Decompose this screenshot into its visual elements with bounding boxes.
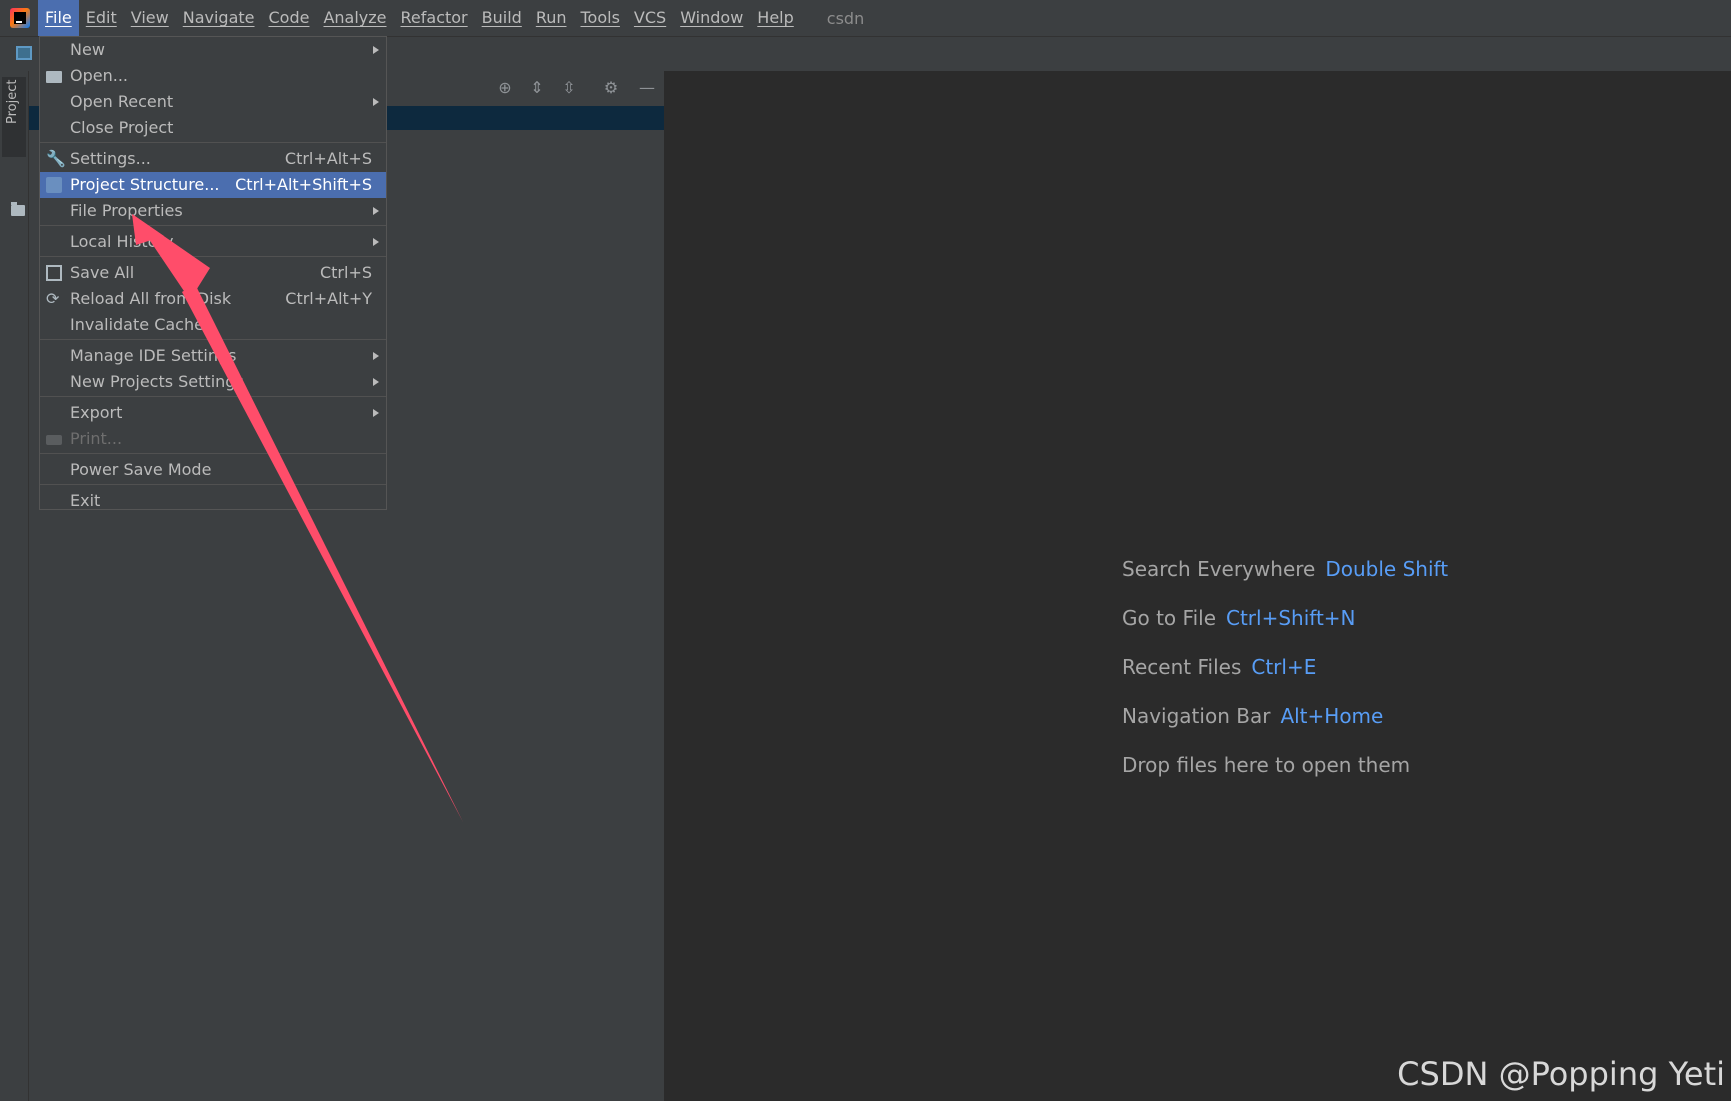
hint-navigation-bar: Navigation Bar Alt+Home [1122, 704, 1383, 728]
menu-help[interactable]: Help [750, 0, 800, 36]
menu-item-exit[interactable]: Exit [40, 488, 386, 514]
menu-shortcut: Ctrl+S [319, 263, 372, 282]
menu-item-label: Export [70, 403, 123, 422]
menu-item-settings[interactable]: 🔧 Settings... Ctrl+Alt+S [40, 146, 386, 172]
menu-item-label: Reload All from Disk [70, 289, 232, 308]
menu-item-save-all[interactable]: Save All Ctrl+S [40, 260, 386, 286]
menu-item-label: Local History [70, 232, 174, 251]
watermark: CSDN @Popping Yeti [1397, 1055, 1725, 1093]
menu-run[interactable]: Run [529, 0, 574, 36]
menu-build[interactable]: Build [475, 0, 529, 36]
menu-item-print: Print... [40, 426, 386, 452]
expand-all-icon[interactable]: ⇕ [529, 80, 545, 96]
menu-item-label: Project Structure... [70, 175, 220, 194]
menu-item-export[interactable]: Export [40, 400, 386, 426]
menu-item-invalidate-caches[interactable]: Invalidate Caches [40, 312, 386, 338]
hint-drop-files: Drop files here to open them [1122, 753, 1410, 777]
hint-key: Alt+Home [1280, 704, 1384, 728]
menu-item-label: Close Project [70, 118, 174, 137]
project-structure-icon [46, 177, 62, 193]
menu-item-manage-ide-settings[interactable]: Manage IDE Settings [40, 343, 386, 369]
submenu-arrow-icon [373, 352, 379, 360]
project-tab-label[interactable]: Project [5, 80, 20, 124]
hint-label: Search Everywhere [1122, 557, 1316, 581]
menu-vcs[interactable]: VCS [627, 0, 673, 36]
wrench-icon: 🔧 [46, 149, 66, 168]
project-name: csdn [826, 8, 865, 28]
submenu-arrow-icon [373, 46, 379, 54]
menu-item-label: Exit [70, 491, 101, 510]
menu-shortcut: Ctrl+Alt+Shift+S [235, 175, 372, 194]
editor-empty-area: Search Everywhere Double Shift Go to File… [665, 71, 1731, 1101]
submenu-arrow-icon [373, 207, 379, 215]
menu-item-label: File Properties [70, 201, 183, 220]
hint-go-to-file: Go to File Ctrl+Shift+N [1122, 606, 1356, 630]
menu-navigate[interactable]: Navigate [176, 0, 262, 36]
menu-item-label: Print... [70, 429, 123, 448]
hint-key: Ctrl+E [1251, 655, 1317, 679]
menu-file[interactable]: File [38, 0, 79, 36]
menu-item-new-projects-settings[interactable]: New Projects Settings [40, 369, 386, 395]
menu-view[interactable]: View [124, 0, 176, 36]
hint-search-everywhere: Search Everywhere Double Shift [1122, 557, 1448, 581]
menu-item-new[interactable]: New [40, 37, 386, 63]
menu-edit[interactable]: Edit [79, 0, 124, 36]
menu-item-close-project[interactable]: Close Project [40, 115, 386, 141]
collapse-all-icon[interactable]: ⇳ [561, 80, 577, 96]
menu-item-reload-all[interactable]: ⟳ Reload All from Disk Ctrl+Alt+Y [40, 286, 386, 312]
printer-icon [46, 435, 62, 445]
reload-icon: ⟳ [46, 289, 60, 308]
menu-tools[interactable]: Tools [574, 0, 627, 36]
intellij-logo-icon [10, 8, 30, 28]
menu-item-power-save-mode[interactable]: Power Save Mode [40, 457, 386, 483]
menu-item-local-history[interactable]: Local History [40, 229, 386, 255]
menu-code[interactable]: Code [262, 0, 317, 36]
submenu-arrow-icon [373, 98, 379, 106]
menu-bar: File Edit View Navigate Code Analyze Ref… [0, 0, 1731, 37]
menu-item-label: Invalidate Caches [70, 315, 213, 334]
hint-label: Recent Files [1122, 655, 1242, 679]
hint-key: Double Shift [1325, 557, 1449, 581]
locate-icon[interactable]: ⊕ [497, 80, 513, 96]
gear-icon[interactable]: ⚙ [603, 80, 619, 96]
menu-item-label: Power Save Mode [70, 460, 212, 479]
menu-item-open[interactable]: Open... [40, 63, 386, 89]
menu-item-label: New [70, 40, 105, 59]
window-layout-icon[interactable] [16, 46, 32, 60]
hint-label: Drop files here to open them [1122, 753, 1411, 777]
hint-label: Go to File [1122, 606, 1216, 630]
menu-item-label: Open... [70, 66, 128, 85]
submenu-arrow-icon [373, 238, 379, 246]
submenu-arrow-icon [373, 409, 379, 417]
menu-item-open-recent[interactable]: Open Recent [40, 89, 386, 115]
submenu-arrow-icon [373, 378, 379, 386]
minimize-icon[interactable]: — [639, 80, 655, 96]
save-icon [46, 265, 62, 281]
file-menu-dropdown: New Open... Open Recent Close Project 🔧 … [39, 36, 387, 510]
menu-window[interactable]: Window [673, 0, 750, 36]
menu-item-label: Settings... [70, 149, 151, 168]
left-tool-stripe: Project [0, 71, 29, 1101]
menu-item-label: Save All [70, 263, 135, 282]
menu-shortcut: Ctrl+Alt+Y [285, 289, 372, 308]
folder-icon [11, 202, 25, 216]
menu-item-label: Manage IDE Settings [70, 346, 237, 365]
menu-item-project-structure[interactable]: Project Structure... Ctrl+Alt+Shift+S [40, 172, 386, 198]
menu-shortcut: Ctrl+Alt+S [284, 149, 372, 168]
menu-analyze[interactable]: Analyze [316, 0, 393, 36]
hint-label: Navigation Bar [1122, 704, 1271, 728]
hint-key: Ctrl+Shift+N [1226, 606, 1356, 630]
hint-recent-files: Recent Files Ctrl+E [1122, 655, 1316, 679]
menu-refactor[interactable]: Refactor [394, 0, 475, 36]
menu-item-label: Open Recent [70, 92, 174, 111]
menu-item-file-properties[interactable]: File Properties [40, 198, 386, 224]
menu-item-label: New Projects Settings [70, 372, 244, 391]
folder-open-icon [46, 71, 62, 83]
